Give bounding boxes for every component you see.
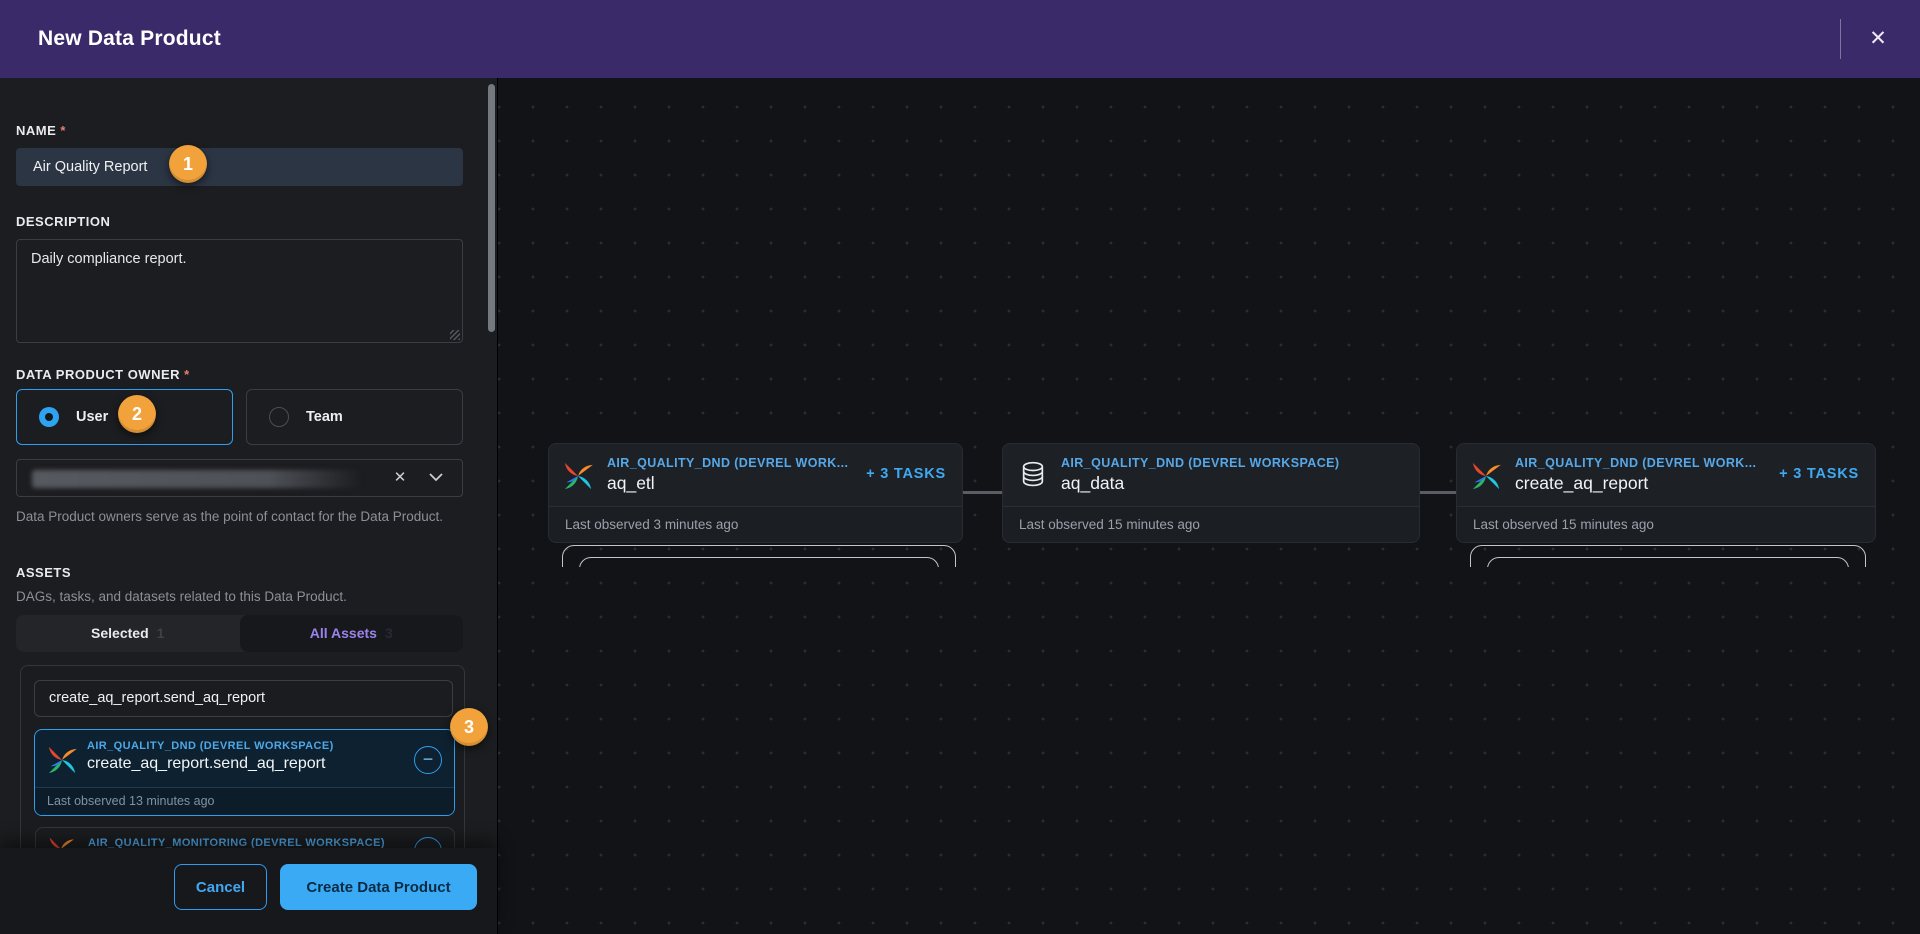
assets-subtitle: DAGs, tasks, and datasets related to thi…	[16, 588, 347, 606]
airflow-icon	[563, 461, 593, 491]
owner-help-text: Data Product owners serve as the point o…	[16, 508, 456, 526]
dialog-title: New Data Product	[38, 27, 221, 51]
task-stack-outline	[1470, 545, 1866, 567]
edge-aq_data-create_aq_report	[1420, 491, 1458, 494]
description-textarea[interactable]: Daily compliance report.	[16, 239, 463, 343]
node-workspace: AIR_QUALITY_DND (DEVREL WORKSPACE)	[1061, 456, 1339, 470]
node-workspace: AIR_QUALITY_DND (DEVREL WORK...	[607, 456, 848, 470]
tab-selected[interactable]: Selected1	[16, 615, 240, 652]
node-last-observed: Last observed 3 minutes ago	[549, 506, 962, 542]
name-input[interactable]: Air Quality Report	[16, 148, 463, 186]
edge-aq_etl-aq_data	[963, 491, 1003, 494]
create-data-product-button[interactable]: Create Data Product	[280, 864, 477, 910]
node-title: aq_etl	[607, 473, 655, 494]
tab-selected-count: 1	[157, 625, 165, 641]
node-workspace: AIR_QUALITY_DND (DEVREL WORK...	[1515, 456, 1756, 470]
close-icon[interactable]: ✕	[1858, 22, 1898, 58]
node-aq_data[interactable]: AIR_QUALITY_DND (DEVREL WORKSPACE) aq_da…	[1002, 443, 1420, 543]
tasks-chip[interactable]: + 3 TASKS	[1779, 466, 1859, 482]
owner-value-redacted	[32, 470, 362, 488]
asset-workspace: AIR_QUALITY_DND (DEVREL WORKSPACE)	[87, 740, 334, 752]
tab-all-assets[interactable]: All Assets3	[240, 615, 464, 652]
tab-all-assets-count: 3	[385, 625, 393, 641]
asset-list: create_aq_report.send_aq_report AIR_QUAL…	[20, 665, 465, 865]
form-panel: NAME * Air Quality Report 1 DESCRIPTION …	[0, 78, 498, 934]
cancel-button[interactable]: Cancel	[174, 864, 267, 910]
node-title: aq_data	[1061, 473, 1124, 494]
asset-name: create_aq_report.send_aq_report	[87, 755, 325, 773]
node-aq_etl[interactable]: AIR_QUALITY_DND (DEVREL WORK... aq_etl +…	[548, 443, 963, 543]
new-data-product-dialog: New Data Product ✕ NAME * Air Quality Re…	[0, 0, 1920, 934]
radio-selected-icon[interactable]	[39, 407, 59, 427]
panel-scrollbar-thumb[interactable]	[488, 84, 495, 332]
node-title: create_aq_report	[1515, 473, 1648, 494]
step-badge-1: 1	[169, 145, 207, 183]
required-asterisk: *	[60, 123, 66, 138]
header-divider	[1840, 19, 1841, 59]
tasks-chip[interactable]: + 3 TASKS	[866, 466, 946, 482]
asset-item-selected[interactable]: AIR_QUALITY_DND (DEVREL WORKSPACE) creat…	[34, 729, 455, 816]
assets-tabbar: Selected1 All Assets3	[16, 615, 463, 652]
asset-search-input[interactable]: create_aq_report.send_aq_report	[34, 680, 453, 717]
airflow-icon	[47, 745, 77, 775]
step-badge-3: 3	[450, 708, 488, 746]
node-last-observed: Last observed 15 minutes ago	[1457, 506, 1875, 542]
owner-select[interactable]: ✕	[16, 459, 463, 497]
dialog-footer: Cancel Create Data Product	[0, 848, 497, 934]
node-create_aq_report[interactable]: AIR_QUALITY_DND (DEVREL WORK... create_a…	[1456, 443, 1876, 543]
task-stack-outline	[562, 545, 956, 567]
database-icon	[1019, 461, 1047, 489]
chevron-down-icon[interactable]	[429, 472, 443, 482]
owner-type-group: User Team	[16, 389, 463, 445]
remove-asset-button[interactable]: −	[414, 746, 442, 774]
step-badge-2: 2	[118, 395, 156, 433]
description-label: DESCRIPTION	[16, 214, 110, 229]
dialog-header: New Data Product ✕	[0, 0, 1920, 78]
radio-unselected-icon[interactable]	[269, 407, 289, 427]
assets-label: ASSETS	[16, 565, 71, 580]
clear-icon[interactable]: ✕	[379, 460, 421, 496]
name-label: NAME *	[16, 123, 66, 138]
node-last-observed: Last observed 15 minutes ago	[1003, 506, 1419, 542]
lineage-canvas[interactable]: AIR_QUALITY_DND (DEVREL WORK... aq_etl +…	[498, 78, 1920, 934]
owner-option-team[interactable]: Team	[246, 389, 463, 445]
airflow-icon	[1471, 461, 1501, 491]
required-asterisk: *	[184, 367, 190, 382]
resize-grip[interactable]	[450, 330, 460, 340]
asset-last-observed: Last observed 13 minutes ago	[35, 787, 454, 815]
owner-label: DATA PRODUCT OWNER *	[16, 367, 190, 382]
